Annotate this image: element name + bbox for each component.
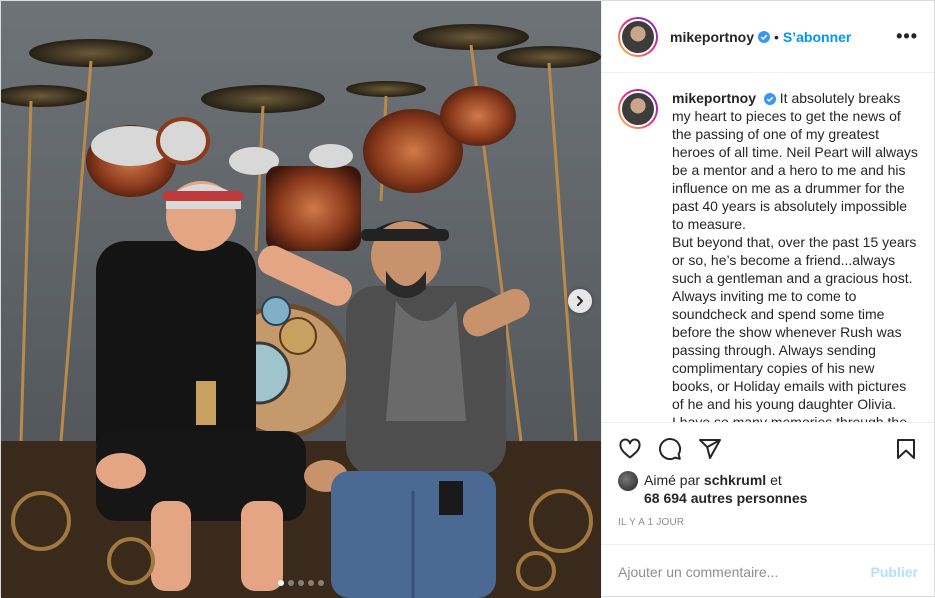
comment-input[interactable]: [618, 563, 871, 580]
verified-badge-icon: [763, 93, 776, 106]
post-header: mikeportnoy • S’abonner •••: [602, 1, 934, 73]
instagram-post: mikeportnoy • S’abonner ••• mikeportnoy …: [0, 0, 935, 598]
chevron-right-icon: [577, 296, 583, 306]
carousel-dot: [318, 580, 324, 586]
liked-conj: et: [770, 472, 782, 488]
header-separator: •: [774, 28, 779, 45]
more-options-button[interactable]: •••: [896, 26, 918, 47]
next-slide-button[interactable]: [568, 289, 592, 313]
carousel-dot: [308, 580, 314, 586]
bookmark-icon[interactable]: [894, 437, 918, 461]
liked-prefix: Aimé par: [644, 472, 701, 488]
liked-others[interactable]: 68 694 autres personnes: [644, 490, 807, 506]
caption: mikeportnoy It absolutely breaks my hear…: [618, 89, 918, 422]
post-sidebar: mikeportnoy • S’abonner ••• mikeportnoy …: [601, 1, 934, 598]
carousel-indicator: [1, 580, 601, 586]
post-photo[interactable]: [1, 1, 601, 598]
likes-text: Aimé par schkruml et 68 694 autres perso…: [644, 471, 807, 507]
follow-button[interactable]: S’abonner: [783, 29, 851, 45]
author-avatar[interactable]: [618, 16, 658, 57]
verified-badge-icon: [758, 30, 771, 43]
add-comment-bar: Publier: [602, 544, 934, 598]
carousel-dot-active: [278, 580, 284, 586]
comments-area[interactable]: mikeportnoy It absolutely breaks my hear…: [602, 73, 934, 422]
caption-body: mikeportnoy It absolutely breaks my hear…: [672, 89, 918, 422]
caption-text: It absolutely breaks my heart to pieces …: [672, 90, 918, 422]
caption-avatar[interactable]: [618, 89, 658, 129]
liked-user[interactable]: schkruml: [704, 472, 766, 488]
carousel-dot: [288, 580, 294, 586]
photo-drumkit-scene: [1, 1, 601, 598]
likes-summary: Aimé par schkruml et 68 694 autres perso…: [618, 471, 918, 507]
author-username[interactable]: mikeportnoy: [670, 29, 754, 45]
action-icons: [618, 429, 918, 469]
post-timestamp[interactable]: IL Y A 1 JOUR: [618, 517, 918, 544]
comment-icon[interactable]: [658, 437, 682, 461]
post-actions: Aimé par schkruml et 68 694 autres perso…: [602, 422, 934, 544]
share-icon[interactable]: [698, 437, 722, 461]
publish-button[interactable]: Publier: [871, 564, 918, 580]
caption-username[interactable]: mikeportnoy: [672, 90, 756, 106]
liker-avatar[interactable]: [618, 471, 638, 491]
heart-icon[interactable]: [618, 437, 642, 461]
carousel-dot: [298, 580, 304, 586]
